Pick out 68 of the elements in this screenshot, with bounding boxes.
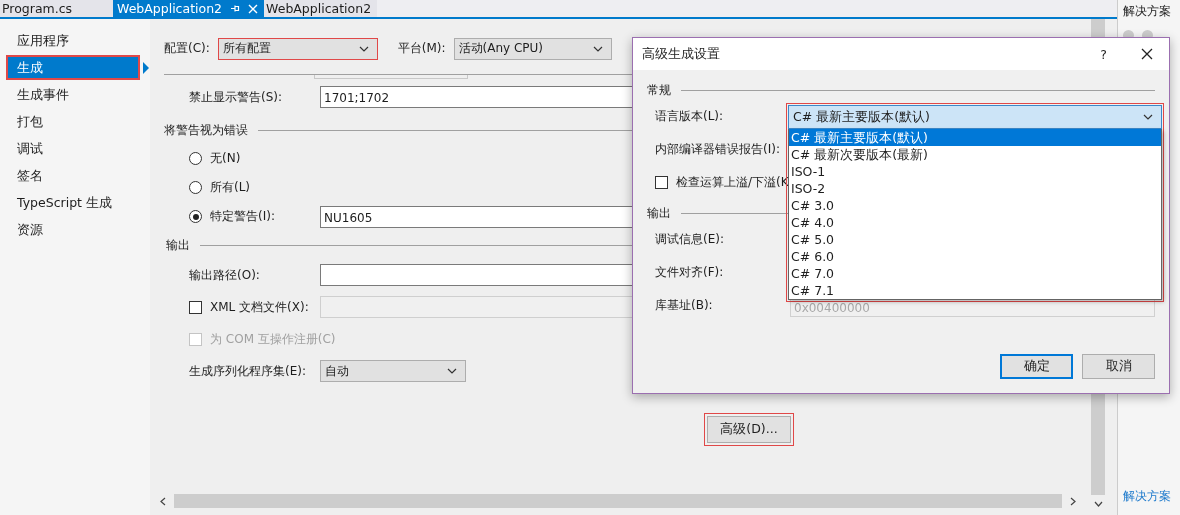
sidebar-item[interactable]: 生成 <box>6 55 140 80</box>
sidebar-item[interactable]: TypeScript 生成 <box>6 190 140 215</box>
panel-title: 解决方案 <box>1123 3 1172 20</box>
section-title: 将警告视为错误 <box>164 121 248 139</box>
debug-info-label: 调试信息(E): <box>655 231 725 248</box>
dropdown-option[interactable]: ISO-1 <box>789 163 1161 180</box>
platform-label: 平台(M): <box>397 40 446 57</box>
help-button[interactable]: ? <box>1100 46 1107 62</box>
radio-button[interactable] <box>189 152 202 165</box>
serialization-label: 生成序列化程序集(E): <box>189 362 307 380</box>
language-version-label: 语言版本(L): <box>655 108 725 125</box>
sidebar-item[interactable]: 打包 <box>6 109 140 134</box>
tab-title: WebApplication2 <box>266 1 372 16</box>
dropdown-option[interactable]: C# 3.0 <box>789 197 1161 214</box>
dropdown-option[interactable]: C# 7.0 <box>789 265 1161 282</box>
radio-button[interactable] <box>189 181 202 194</box>
section-title: 常规 <box>647 81 671 99</box>
close-icon[interactable] <box>1141 48 1153 60</box>
sidebar-item[interactable]: 生成事件 <box>6 82 140 107</box>
dropdown-option[interactable]: C# 最新主要版本(默认) <box>789 129 1161 146</box>
radio-label: 所有(L) <box>210 179 251 196</box>
advanced-button[interactable]: 高级(D)... <box>707 416 791 443</box>
checkbox[interactable] <box>655 176 668 189</box>
tab-title: Program.cs <box>2 1 73 16</box>
section-title: 输出 <box>647 204 671 222</box>
selection-arrow-icon <box>143 61 149 74</box>
chevron-down-icon <box>592 45 603 52</box>
pin-icon[interactable] <box>230 4 241 13</box>
panel-tab[interactable]: 解决方案 <box>1123 488 1180 505</box>
platform-select[interactable]: 活动(Any CPU) <box>453 37 612 60</box>
chevron-down-icon <box>447 368 457 374</box>
document-tab[interactable]: Program.cs <box>0 0 113 17</box>
configuration-label: 配置(C): <box>164 40 210 57</box>
checkbox-label: 为 COM 互操作注册(C) <box>210 330 336 348</box>
sidebar-item[interactable]: 调试 <box>6 136 140 161</box>
chevron-down-icon <box>1143 114 1153 120</box>
dropdown-option[interactable]: C# 4.0 <box>789 214 1161 231</box>
scroll-left-icon[interactable] <box>160 496 166 506</box>
document-tab[interactable]: WebApplication2 <box>113 0 265 17</box>
tab-title: WebApplication2 <box>117 1 223 16</box>
file-alignment-label: 文件对齐(F): <box>655 264 725 281</box>
serialization-select[interactable]: 自动 <box>320 360 466 382</box>
checkbox[interactable] <box>189 300 202 314</box>
radio-button[interactable] <box>189 210 202 223</box>
radio-label: 无(N) <box>210 150 241 167</box>
suppress-warnings-label: 禁止显示警告(S): <box>189 88 284 106</box>
dropdown-option[interactable]: C# 最新次要版本(最新) <box>789 146 1161 163</box>
scroll-right-icon[interactable] <box>1070 496 1076 506</box>
dialog-title: 高级生成设置 <box>642 45 721 63</box>
error-report-label: 内部编译器错误报告(I): <box>655 141 781 158</box>
base-address-label: 库基址(B): <box>655 297 714 314</box>
dropdown-option[interactable]: C# 5.0 <box>789 231 1161 248</box>
dropdown-option[interactable]: ISO-2 <box>789 180 1161 197</box>
dropdown-option[interactable]: C# 6.0 <box>789 248 1161 265</box>
language-version-select[interactable]: C# 最新主要版本(默认) <box>788 105 1162 129</box>
sidebar-item[interactable]: 签名 <box>6 163 140 188</box>
section-title: 输出 <box>166 236 190 254</box>
sidebar-item[interactable]: 资源 <box>6 217 140 242</box>
ok-button[interactable]: 确定 <box>1000 354 1073 379</box>
sidebar-item[interactable]: 应用程序 <box>6 28 140 53</box>
output-path-label: 输出路径(O): <box>189 266 261 284</box>
configuration-select[interactable]: 所有配置 <box>217 37 378 60</box>
radio-label: 特定警告(I): <box>210 208 275 225</box>
cancel-button[interactable]: 取消 <box>1082 354 1155 379</box>
chevron-down-icon <box>358 45 369 52</box>
document-tab[interactable]: WebApplication2 <box>264 0 378 17</box>
scroll-down-icon[interactable] <box>1093 501 1103 507</box>
checkbox-label: XML 文档文件(X): <box>210 298 309 316</box>
